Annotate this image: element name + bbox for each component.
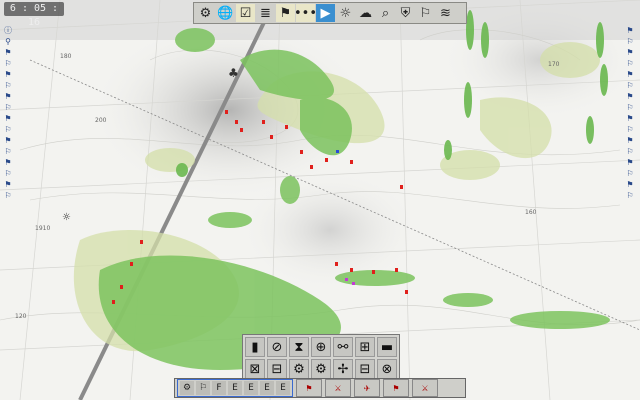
unit-icon[interactable]: ⚐: [624, 125, 636, 135]
flag-icon[interactable]: ⚐: [196, 381, 210, 395]
unit-icon[interactable]: ⚑: [2, 114, 14, 124]
play-icon[interactable]: ▶: [316, 4, 335, 22]
unit-icon[interactable]: ⚐: [2, 169, 14, 179]
settings-icon[interactable]: ⚙: [311, 359, 331, 379]
target-icon[interactable]: ⊕: [311, 337, 331, 357]
route-icon[interactable]: ⚐: [416, 4, 435, 22]
unit-icon[interactable]: ⚐: [624, 59, 636, 69]
unit-type-icon[interactable]: ⚙: [180, 381, 194, 395]
link-icon[interactable]: ⚯: [333, 337, 353, 357]
flag-icon[interactable]: ⚑: [276, 4, 295, 22]
list-icon[interactable]: ≣: [256, 4, 275, 22]
collapse-icon[interactable]: ⊟: [355, 359, 375, 379]
sun-icon[interactable]: ☼: [336, 4, 355, 22]
unit-card[interactable]: ⚔: [412, 379, 438, 397]
globe-icon[interactable]: 🌐: [216, 4, 235, 22]
unit-card[interactable]: ✈: [354, 379, 380, 397]
unit-icon[interactable]: ⚑: [624, 48, 636, 58]
search-icon[interactable]: ⌕: [376, 4, 395, 22]
unit-icon[interactable]: ⚑: [2, 136, 14, 146]
unit-icon[interactable]: ⚐: [624, 81, 636, 91]
move-icon[interactable]: ✢: [333, 359, 353, 379]
formation-icon[interactable]: F: [212, 381, 226, 395]
box-icon[interactable]: ⊠: [245, 359, 265, 379]
grid-icon[interactable]: ⊞: [355, 337, 375, 357]
unit-icon[interactable]: ⚑: [2, 70, 14, 80]
minus-box-icon[interactable]: ⊟: [267, 359, 287, 379]
hourglass-icon[interactable]: ⧗: [289, 337, 309, 357]
map-label: 160: [525, 209, 537, 216]
map-label: 180: [60, 53, 72, 60]
unit-icon[interactable]: ⚐: [624, 37, 636, 47]
unit-icon[interactable]: ⚑: [2, 158, 14, 168]
unit-icon[interactable]: ⚑: [624, 158, 636, 168]
unit-icon[interactable]: ⚑: [624, 180, 636, 190]
top-toolbar: ⚙ 🌐 ☑ ≣ ⚑ ••• ▶ ☼ ☁ ⌕ ⛨ ⚐ ≋: [193, 2, 467, 24]
unit-icon[interactable]: ⚐: [2, 59, 14, 69]
formation-icon[interactable]: E: [228, 381, 242, 395]
formation-icon[interactable]: E: [260, 381, 274, 395]
unit-icon[interactable]: ⚐: [624, 147, 636, 157]
formation-icon[interactable]: E: [276, 381, 290, 395]
unit-icon[interactable]: ⚑: [624, 26, 636, 36]
info-icon[interactable]: ⓘ: [2, 26, 14, 36]
dots-icon[interactable]: •••: [294, 4, 317, 22]
close-icon[interactable]: ⊗: [377, 359, 397, 379]
wind-icon[interactable]: ≋: [436, 4, 455, 22]
map-label: 120: [15, 313, 27, 320]
command-palette: ▮ ⊘ ⧗ ⊕ ⚯ ⊞ ▬ ⊠ ⊟ ⚙ ⚙ ✢ ⊟ ⊗: [242, 334, 400, 382]
line-icon[interactable]: ▬: [377, 337, 397, 357]
unit-card[interactable]: ⚔: [325, 379, 351, 397]
map-label: 170: [548, 61, 560, 68]
unit-icon[interactable]: ⚑: [624, 70, 636, 80]
mission-clock: 6 : 05 : 16: [4, 2, 64, 28]
right-sidebar: ⚑ ⚐ ⚑ ⚐ ⚑ ⚐ ⚑ ⚐ ⚑ ⚐ ⚑ ⚐ ⚑ ⚐ ⚑ ⚐: [624, 26, 638, 201]
map-label: 1910: [35, 225, 50, 232]
unit-icon[interactable]: ⚐: [624, 103, 636, 113]
badge-icon[interactable]: ⛨: [396, 4, 415, 22]
unit-icon[interactable]: ⚐: [2, 147, 14, 157]
formation-group: ⚙ ⚐ F E E E E: [177, 379, 293, 397]
unit-icon[interactable]: ⚐: [2, 191, 14, 201]
unit-icon[interactable]: ⚐: [2, 125, 14, 135]
unit-card[interactable]: ⚑: [383, 379, 409, 397]
pin-icon[interactable]: ⚲: [2, 37, 14, 47]
unit-icon[interactable]: ⚐: [2, 81, 14, 91]
gear-icon[interactable]: ⚙: [196, 4, 215, 22]
unit-icon[interactable]: ⚑: [2, 48, 14, 58]
unit-icon[interactable]: ⚐: [624, 191, 636, 201]
formation-icon[interactable]: E: [244, 381, 258, 395]
unit-card-bar: ⚑ ⚔ ✈ ⚑ ⚔: [296, 378, 462, 398]
unit-icon[interactable]: ⚑: [2, 180, 14, 190]
sun-marker-icon: ☼: [62, 212, 71, 223]
cancel-icon[interactable]: ⊘: [267, 337, 287, 357]
left-sidebar: ⓘ ⚲ ⚑ ⚐ ⚑ ⚐ ⚑ ⚐ ⚑ ⚐ ⚑ ⚐ ⚑ ⚐ ⚑ ⚐: [2, 26, 16, 201]
unit-icon[interactable]: ⚑: [2, 92, 14, 102]
unit-icon[interactable]: ⚐: [624, 169, 636, 179]
unit-icon[interactable]: ⚑: [624, 136, 636, 146]
unit-card[interactable]: ⚑: [296, 379, 322, 397]
checkbox-icon[interactable]: ☑: [236, 4, 255, 22]
unit-icon[interactable]: ⚑: [624, 114, 636, 124]
bar-icon[interactable]: ▮: [245, 337, 265, 357]
clouds-icon[interactable]: ☁: [356, 4, 375, 22]
map-label: 200: [95, 117, 107, 124]
unit-icon[interactable]: ⚑: [624, 92, 636, 102]
settings-icon[interactable]: ⚙: [289, 359, 309, 379]
unit-icon[interactable]: ⚐: [2, 103, 14, 113]
tree-icon: ♣: [228, 66, 239, 80]
